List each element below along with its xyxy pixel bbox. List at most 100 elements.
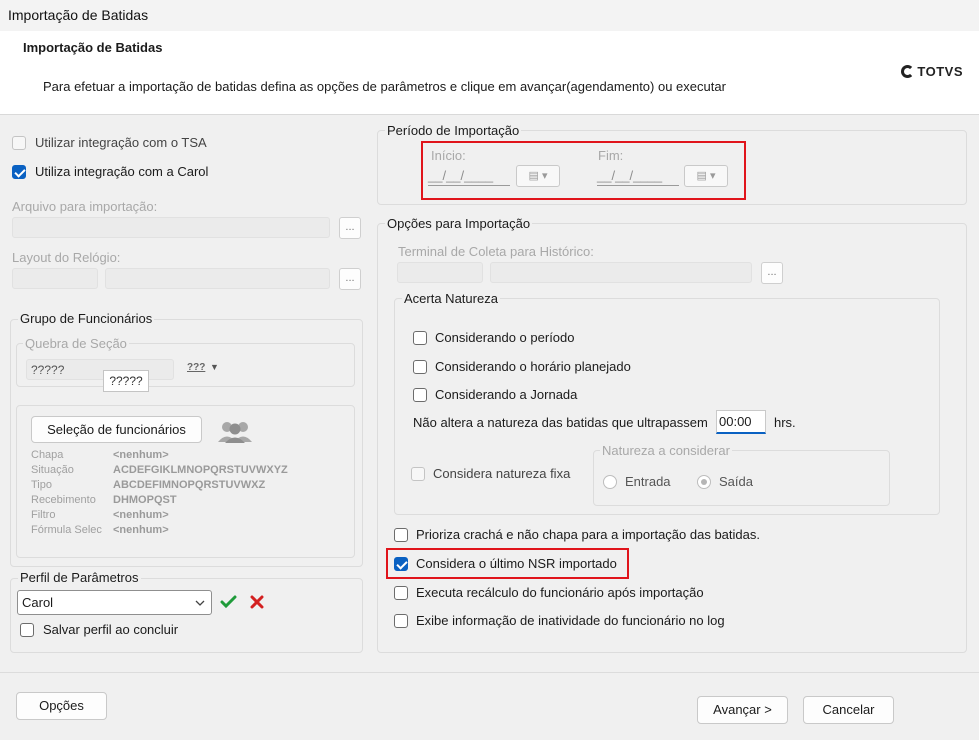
inicio-date-input[interactable]: __/__/____ bbox=[428, 166, 510, 186]
prioriza-cracha-label: Prioriza crachá e não chapa para a impor… bbox=[416, 527, 760, 542]
arquivo-browse-button[interactable]: ... bbox=[339, 217, 361, 239]
info-row: Filtro <nenhum> bbox=[31, 509, 351, 524]
layout-code-input[interactable] bbox=[12, 268, 98, 289]
recalculo-checkbox[interactable] bbox=[394, 585, 408, 600]
info-key: Chapa bbox=[31, 449, 64, 461]
layout-desc-input[interactable] bbox=[105, 268, 330, 289]
delete-x-icon[interactable] bbox=[250, 595, 264, 609]
calendar-icon: ▤ ▾ bbox=[696, 170, 716, 182]
opcoes-title: Opções para Importação bbox=[385, 216, 533, 231]
page-description: Para efetuar a importação de batidas def… bbox=[43, 79, 726, 94]
acerta-jornada-label: Considerando a Jornada bbox=[435, 387, 578, 402]
ultimo-nsr-row[interactable]: Considera o último NSR importado bbox=[394, 556, 617, 571]
acerta-natureza-title: Acerta Natureza bbox=[402, 291, 500, 306]
terminal-desc-input[interactable] bbox=[490, 262, 752, 283]
wizard-header: Importação de Batidas Para efetuar a imp… bbox=[0, 31, 979, 115]
info-key: Tipo bbox=[31, 479, 52, 491]
info-row: Situação ACDEFGIKLMNOPQRSTUVWXYZ bbox=[31, 464, 351, 479]
saida-radio-row[interactable]: Saída bbox=[697, 474, 753, 489]
quebra-secao-title: Quebra de Seção bbox=[23, 336, 129, 351]
inatividade-row[interactable]: Exibe informação de inatividade do funci… bbox=[394, 613, 725, 628]
acerta-horario-row[interactable]: Considerando o horário planejado bbox=[413, 359, 631, 374]
info-value: DHMOPQST bbox=[113, 494, 177, 506]
info-value: <nenhum> bbox=[113, 524, 169, 536]
ultimo-nsr-checkbox[interactable] bbox=[394, 556, 408, 571]
acerta-periodo-label: Considerando o período bbox=[435, 330, 575, 345]
entrada-radio[interactable] bbox=[603, 474, 617, 489]
page-title: Importação de Batidas bbox=[23, 40, 163, 55]
recalculo-row[interactable]: Executa recálculo do funcionário após im… bbox=[394, 585, 704, 600]
ultimo-nsr-label: Considera o último NSR importado bbox=[416, 556, 617, 571]
acerta-periodo-checkbox[interactable] bbox=[413, 330, 427, 345]
recalculo-label: Executa recálculo do funcionário após im… bbox=[416, 585, 704, 600]
natureza-considerar-title: Natureza a considerar bbox=[600, 443, 732, 458]
users-group-icon bbox=[218, 422, 252, 443]
quebra-secao-input[interactable]: ????? bbox=[26, 359, 174, 380]
info-value: <nenhum> bbox=[113, 509, 169, 521]
info-value: <nenhum> bbox=[113, 449, 169, 461]
inicio-calendar-button[interactable]: ▤ ▾ bbox=[516, 165, 560, 187]
perfil-select-value: Carol bbox=[22, 595, 54, 610]
cancelar-button[interactable]: Cancelar bbox=[803, 696, 894, 724]
tsa-checkbox-row[interactable]: Utilizar integração com o TSA bbox=[12, 135, 207, 150]
acerta-periodo-row[interactable]: Considerando o período bbox=[413, 330, 575, 345]
acerta-jornada-row[interactable]: Considerando a Jornada bbox=[413, 387, 577, 402]
saida-radio[interactable] bbox=[697, 474, 711, 489]
layout-browse-button[interactable]: ... bbox=[339, 268, 361, 290]
info-value: ABCDEFIMNOPQRSTUVWXZ bbox=[113, 479, 266, 491]
acerta-horario-checkbox[interactable] bbox=[413, 359, 427, 374]
natureza-fixa-label: Considera natureza fixa bbox=[433, 466, 571, 481]
salvar-perfil-label: Salvar perfil ao concluir bbox=[43, 622, 179, 637]
terminal-browse-button[interactable]: ... bbox=[761, 262, 783, 284]
prioriza-cracha-checkbox[interactable] bbox=[394, 527, 408, 542]
info-key: Situação bbox=[31, 464, 74, 476]
arquivo-label: Arquivo para importação: bbox=[12, 199, 158, 214]
natureza-fixa-checkbox[interactable] bbox=[411, 466, 425, 481]
salvar-perfil-checkbox[interactable] bbox=[20, 622, 34, 637]
totvs-logo-text: TOTVS bbox=[917, 64, 963, 79]
carol-checkbox[interactable] bbox=[12, 164, 26, 179]
window-titlebar: Importação de Batidas bbox=[0, 0, 979, 31]
nao-altera-label: Não altera a natureza das batidas que ul… bbox=[413, 415, 708, 430]
avancar-button[interactable]: Avançar > bbox=[697, 696, 788, 724]
carol-label: Utiliza integração com a Carol bbox=[35, 164, 209, 179]
tsa-label: Utilizar integração com o TSA bbox=[35, 135, 207, 150]
info-key: Recebimento bbox=[31, 494, 96, 506]
salvar-perfil-row[interactable]: Salvar perfil ao concluir bbox=[20, 622, 178, 637]
quebra-secao-tooltip: ????? bbox=[103, 370, 149, 392]
hours-input[interactable]: 00:00 bbox=[716, 410, 766, 434]
tsa-checkbox[interactable] bbox=[12, 135, 26, 150]
acerta-jornada-checkbox[interactable] bbox=[413, 387, 427, 402]
inicio-label: Início: bbox=[431, 148, 466, 163]
fim-date-input[interactable]: __/__/____ bbox=[597, 166, 679, 186]
opcoes-button[interactable]: Opções bbox=[16, 692, 107, 720]
layout-label: Layout do Relógio: bbox=[12, 250, 121, 265]
calendar-icon: ▤ ▾ bbox=[528, 170, 548, 182]
info-key: Filtro bbox=[31, 509, 56, 521]
totvs-logo: TOTVS bbox=[901, 64, 963, 79]
grupo-funcionarios-title: Grupo de Funcionários bbox=[18, 311, 155, 326]
confirm-check-icon[interactable] bbox=[220, 595, 237, 609]
natureza-fixa-row[interactable]: Considera natureza fixa bbox=[411, 466, 570, 481]
totvs-logo-icon bbox=[901, 65, 915, 78]
quebra-secao-lookup-icon[interactable]: ??? bbox=[187, 362, 205, 373]
entrada-radio-row[interactable]: Entrada bbox=[603, 474, 671, 489]
window-title: Importação de Batidas bbox=[8, 7, 149, 23]
arquivo-input[interactable] bbox=[12, 217, 330, 238]
selecao-funcionarios-button[interactable]: Seleção de funcionários bbox=[31, 416, 202, 443]
fim-calendar-button[interactable]: ▤ ▾ bbox=[684, 165, 728, 187]
info-row: Fórmula Selec <nenhum> bbox=[31, 524, 351, 539]
perfil-parametros-title: Perfil de Parâmetros bbox=[18, 570, 141, 585]
selecao-info-list: Chapa <nenhum> Situação ACDEFGIKLMNOPQRSTU… bbox=[31, 449, 351, 539]
hrs-label: hrs. bbox=[774, 415, 796, 430]
chevron-down-icon bbox=[195, 600, 205, 606]
terminal-label: Terminal de Coleta para Histórico: bbox=[398, 244, 594, 259]
perfil-select[interactable]: Carol bbox=[17, 590, 212, 615]
carol-checkbox-row[interactable]: Utiliza integração com a Carol bbox=[12, 164, 208, 179]
info-row: Recebimento DHMOPQST bbox=[31, 494, 351, 509]
terminal-code-input[interactable] bbox=[397, 262, 483, 283]
inatividade-checkbox[interactable] bbox=[394, 613, 408, 628]
fim-label: Fim: bbox=[598, 148, 624, 163]
prioriza-cracha-row[interactable]: Prioriza crachá e não chapa para a impor… bbox=[394, 527, 760, 542]
acerta-horario-label: Considerando o horário planejado bbox=[435, 359, 631, 374]
